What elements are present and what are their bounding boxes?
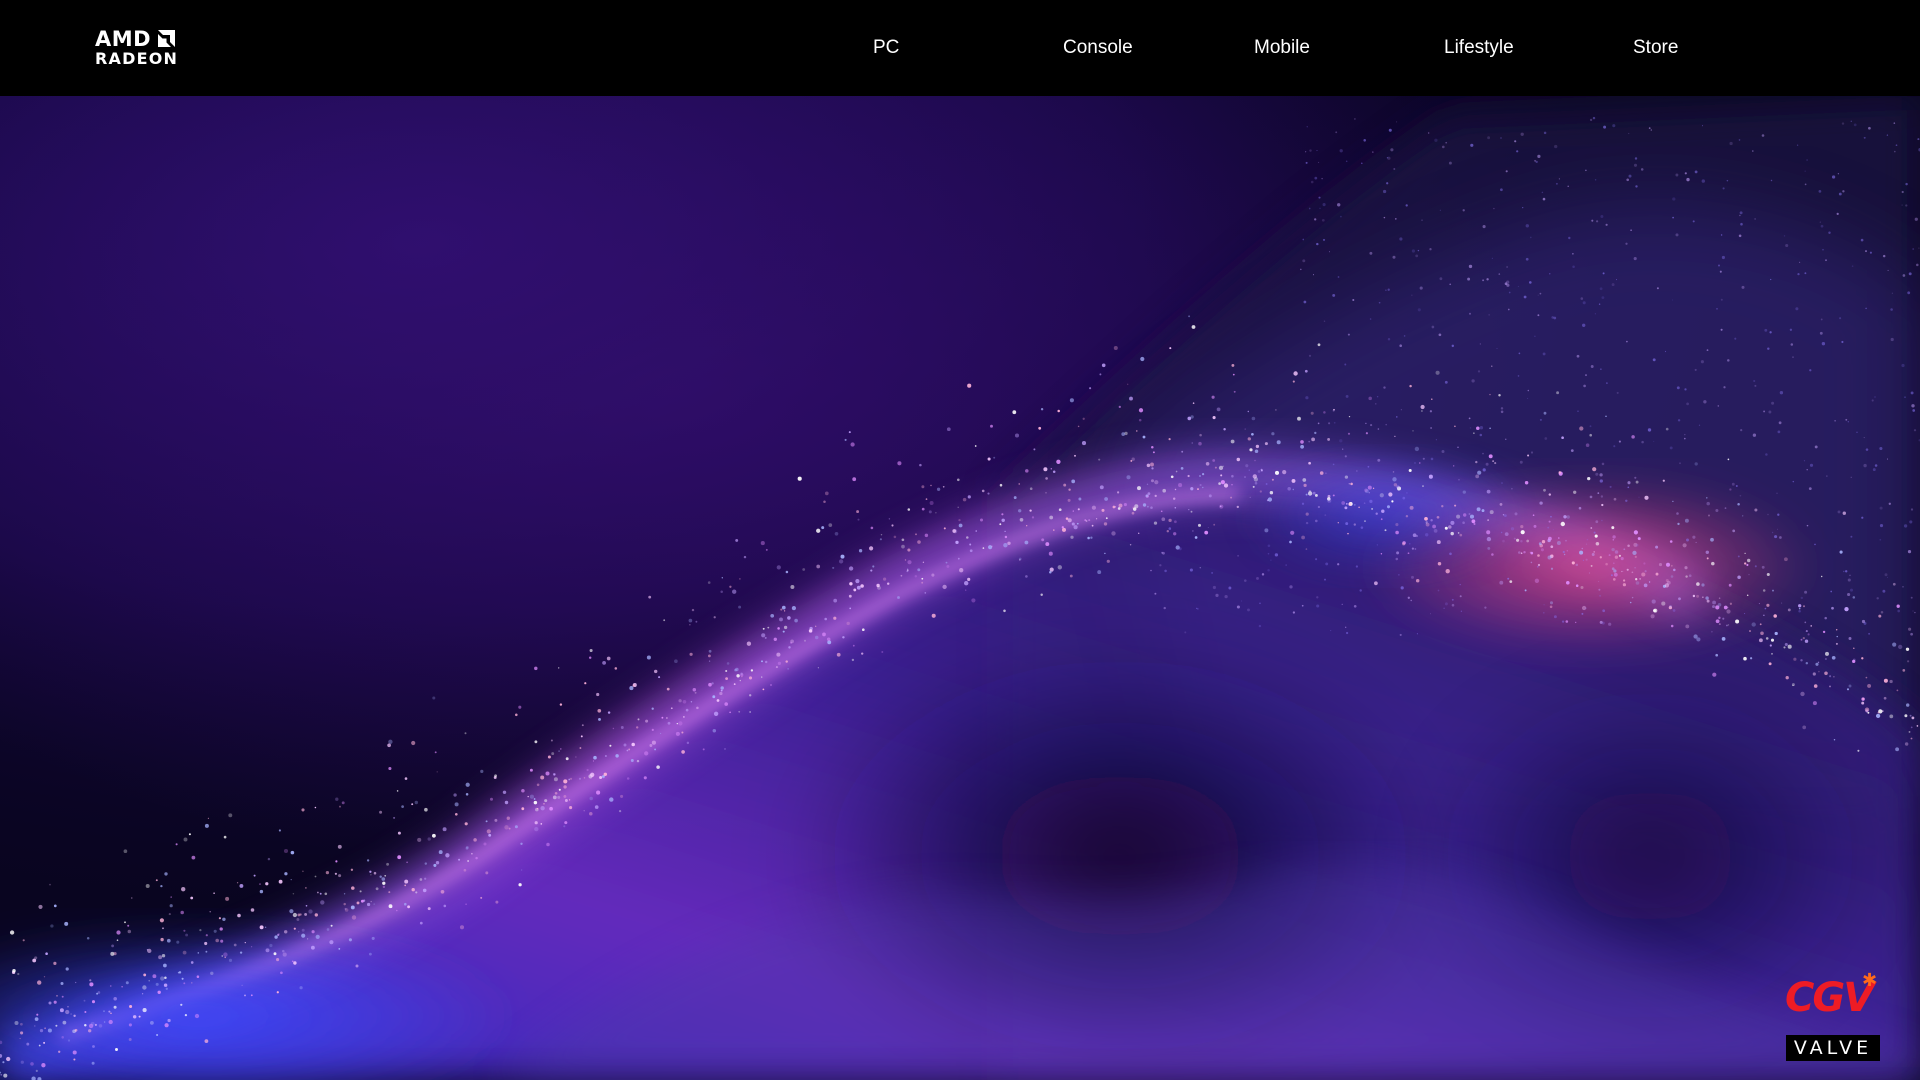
amd-radeon-logo[interactable]: AMD RADEON [95, 28, 195, 72]
nav-item-lifestyle[interactable]: Lifestyle [1444, 36, 1514, 60]
valve-logo: VALVE [1786, 1035, 1880, 1061]
logo-brand-text: AMD [95, 27, 152, 51]
cgv-logo: CGV [1785, 975, 1874, 1021]
nav-item-mobile[interactable]: Mobile [1254, 36, 1310, 60]
logo-product-text: RADEON [95, 49, 179, 68]
particle-wave-image [0, 96, 1920, 1080]
cgv-star-icon: ✱ [1862, 970, 1878, 991]
amd-arrow-icon [158, 30, 175, 47]
hero-particle-wave-banner: CGV ✱ VALVE [0, 96, 1920, 1080]
nav-item-store[interactable]: Store [1633, 36, 1678, 60]
sponsor-logos: CGV ✱ VALVE [1782, 972, 1882, 1066]
nav-item-console[interactable]: Console [1063, 36, 1133, 60]
top-navigation-bar: AMD RADEON PC Console Mobile Lifestyle S… [0, 0, 1920, 96]
nav-item-pc[interactable]: PC [873, 36, 899, 60]
